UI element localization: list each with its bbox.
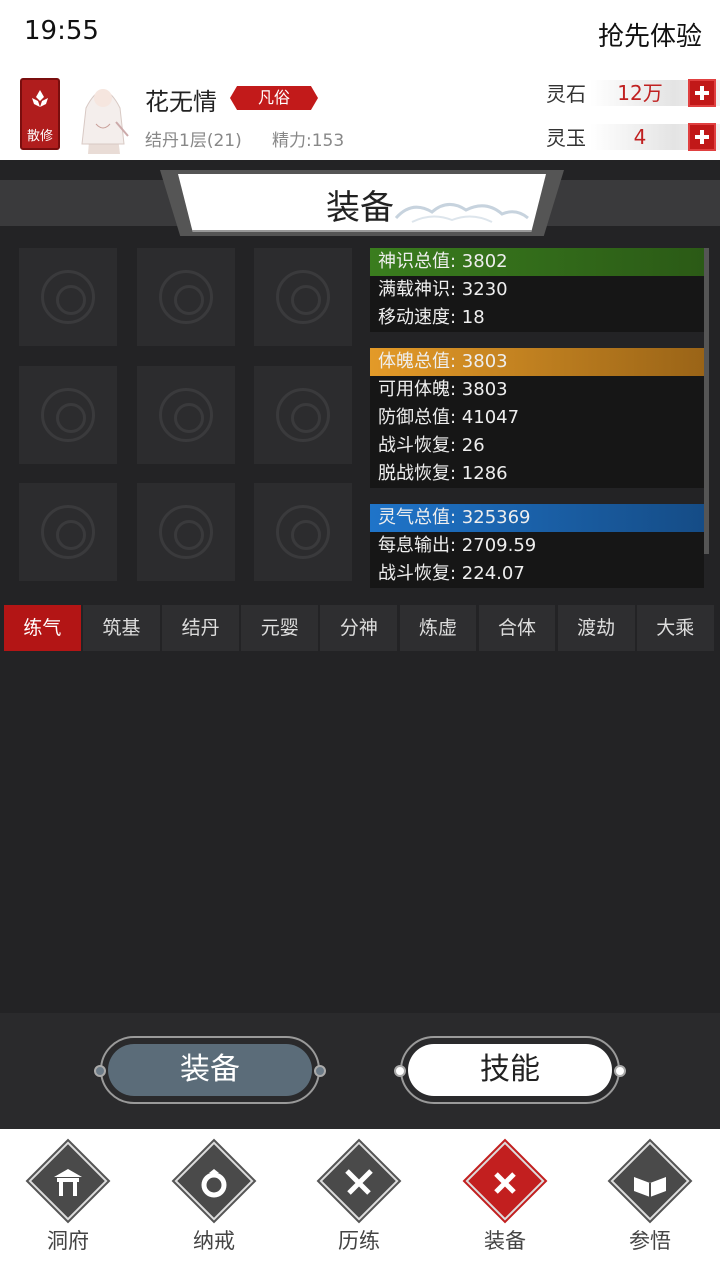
tab-jiedan[interactable]: 结丹 — [162, 605, 240, 651]
empty-slot-icon — [276, 388, 330, 442]
equip-x-icon — [494, 1172, 516, 1194]
empty-slot-icon — [159, 388, 213, 442]
tab-lianqi[interactable]: 练气 — [4, 605, 81, 651]
empty-slot-icon — [276, 270, 330, 324]
skill-button-label: 技能 — [408, 1044, 612, 1096]
equip-button-label: 装备 — [108, 1044, 312, 1096]
player-header: 散修 花无情 凡俗 结丹1层(21) 精力:153 灵石 12万 灵玉 4 — [0, 68, 720, 160]
add-spirit-stone-button[interactable] — [688, 79, 716, 107]
early-access-link[interactable]: 抢先体验 — [598, 16, 702, 53]
gate-icon — [54, 1169, 82, 1196]
equipment-slot[interactable] — [137, 248, 235, 346]
nav-label: 纳戒 — [193, 1229, 235, 1253]
tab-fenshen[interactable]: 分神 — [320, 605, 398, 651]
status-bar: 19:55 抢先体验 — [0, 0, 720, 68]
bottom-nav: 洞府 纳戒 历练 装备 参悟 — [0, 1129, 720, 1280]
avatar[interactable] — [66, 74, 140, 154]
stats-panel: 神识总值: 3802 满载神识: 3230 移动速度: 18 体魄总值: 380… — [370, 248, 704, 588]
tab-dacheng[interactable]: 大乘 — [636, 605, 714, 651]
stats-scrollbar[interactable] — [704, 248, 709, 554]
add-spirit-jade-button[interactable] — [688, 123, 716, 151]
energy: 精力:153 — [272, 131, 345, 151]
currency-spirit-stone: 灵石 12万 — [546, 78, 720, 108]
stat-row: 可用体魄: 3803 — [370, 376, 704, 404]
realm-tabs: 练气 筑基 结丹 元婴 分神 炼虚 合体 渡劫 大乘 — [4, 605, 716, 651]
equipment-slot[interactable] — [19, 483, 117, 581]
empty-slot-icon — [159, 270, 213, 324]
equipment-slot[interactable] — [137, 483, 235, 581]
body-total: 体魄总值: 3803 — [370, 348, 704, 376]
stat-row: 移动速度: 18 — [370, 304, 704, 332]
player-name: 花无情 — [145, 88, 217, 116]
currency-spirit-jade: 灵玉 4 — [546, 122, 720, 152]
empty-slot-icon — [41, 505, 95, 559]
nav-label: 历练 — [338, 1229, 380, 1253]
empty-slot-icon — [159, 505, 213, 559]
equipment-slot[interactable] — [254, 248, 352, 346]
nav-label: 装备 — [484, 1229, 526, 1253]
rank-tag: 凡俗 — [230, 86, 318, 110]
empty-slot-icon — [41, 388, 95, 442]
nav-najie[interactable]: 纳戒 — [164, 1138, 264, 1269]
equipment-slot[interactable] — [19, 248, 117, 346]
tab-heti[interactable]: 合体 — [478, 605, 556, 651]
tab-yuanying[interactable]: 元婴 — [241, 605, 319, 651]
sect-label: 散修 — [26, 129, 53, 144]
spirit-total: 神识总值: 3802 — [370, 248, 704, 276]
equipment-slot[interactable] — [137, 366, 235, 464]
equipment-slot[interactable] — [254, 366, 352, 464]
realm-level: 结丹1层(21) — [145, 131, 242, 151]
page-title: 装备 — [326, 188, 394, 228]
equipment-slot[interactable] — [254, 483, 352, 581]
currency-label: 灵玉 — [546, 126, 586, 150]
nav-label: 参悟 — [629, 1229, 671, 1253]
stat-row: 满载神识: 3230 — [370, 276, 704, 304]
sect-badge[interactable]: 散修 — [20, 78, 60, 150]
ring-icon — [201, 1169, 227, 1198]
nav-lilian[interactable]: 历练 — [309, 1138, 409, 1269]
item-list-panel[interactable] — [0, 653, 720, 1013]
nav-zhuangbei[interactable]: 装备 — [455, 1138, 555, 1269]
stat-row: 战斗恢复: 224.07 — [370, 560, 704, 588]
lotus-icon — [32, 90, 48, 107]
book-icon — [634, 1177, 666, 1197]
stat-row: 脱战恢复: 1286 — [370, 460, 704, 488]
tab-dujie[interactable]: 渡劫 — [557, 605, 635, 651]
tab-lianxu[interactable]: 炼虚 — [399, 605, 477, 651]
nav-canwu[interactable]: 参悟 — [600, 1138, 700, 1269]
equip-button[interactable]: 装备 — [94, 1036, 326, 1104]
currency-label: 灵石 — [546, 82, 586, 106]
stat-row: 战斗恢复: 26 — [370, 432, 704, 460]
equipment-slot[interactable] — [19, 366, 117, 464]
stat-row: 防御总值: 41047 — [370, 404, 704, 432]
skill-button[interactable]: 技能 — [394, 1036, 626, 1104]
nav-label: 洞府 — [47, 1229, 89, 1253]
clock: 19:55 — [24, 16, 99, 46]
tab-zhuji[interactable]: 筑基 — [83, 605, 160, 651]
empty-slot-icon — [41, 270, 95, 324]
qi-total: 灵气总值: 325369 — [370, 504, 704, 532]
empty-slot-icon — [276, 505, 330, 559]
stat-row: 每息输出: 2709.59 — [370, 532, 704, 560]
nav-dongfu[interactable]: 洞府 — [18, 1138, 118, 1269]
crossed-swords-icon — [345, 1169, 373, 1195]
